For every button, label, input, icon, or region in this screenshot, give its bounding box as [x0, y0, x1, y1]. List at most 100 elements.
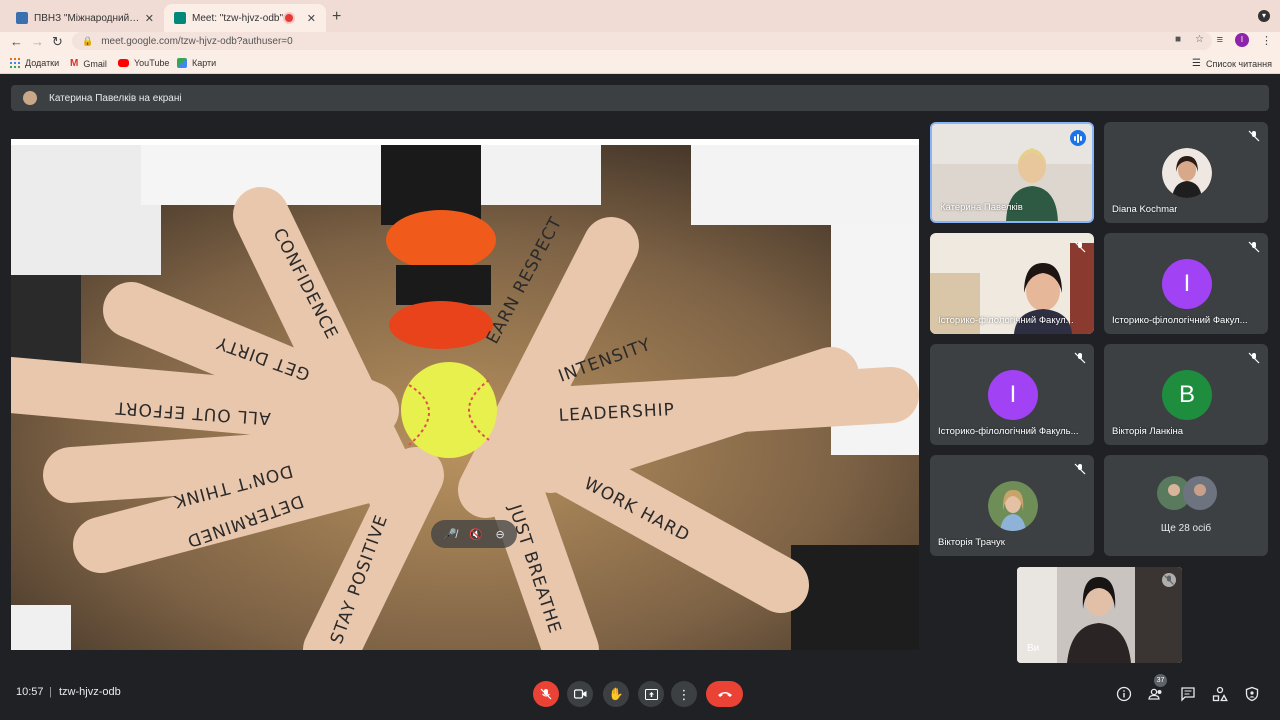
raise-hand-button[interactable]: ✋ [603, 681, 629, 707]
menu-dots-icon[interactable]: ⋮ [1261, 34, 1272, 47]
bookmark-gmail[interactable]: M Gmail [70, 58, 107, 69]
close-icon[interactable]: ✕ [307, 12, 316, 25]
bookmark-star-icon[interactable]: ☆ [1195, 34, 1204, 45]
meet-favicon-icon [174, 12, 186, 24]
more-options-button[interactable]: ⋮ [671, 681, 697, 707]
tab-title: ПВНЗ "Міжнародний економі [34, 12, 141, 24]
bookmark-apps[interactable]: Додатки [10, 58, 59, 68]
gmail-icon: M [70, 58, 79, 69]
chat-icon[interactable] [1180, 686, 1196, 702]
participant-name: Історико-філологічний Факуль... [938, 426, 1079, 437]
participant-tile[interactable]: Diana Kochmar [1104, 122, 1268, 223]
activities-icon[interactable] [1212, 686, 1228, 702]
reading-list-icon[interactable]: ≡ [1217, 34, 1223, 46]
mic-off-icon [540, 688, 552, 700]
self-view-tile[interactable]: Ви [1017, 567, 1182, 663]
participant-avatar: B [1162, 370, 1212, 420]
forward-arrow-icon[interactable]: → [31, 34, 44, 49]
presenting-text: Катерина Павелків на екрані [49, 92, 182, 104]
presenting-banner: Катерина Павелків на екрані [11, 85, 1269, 111]
close-icon[interactable]: ✕ [145, 12, 154, 25]
browser-tab-bar: ПВНЗ "Міжнародний економі ✕ Meet: "tzw-h… [0, 0, 1280, 32]
bookmark-label: YouTube [134, 58, 170, 68]
participant-tile[interactable]: Вікторія Трачук [930, 455, 1094, 556]
camera-toggle-button[interactable] [567, 681, 593, 707]
presenter-avatar [23, 91, 37, 105]
reading-list-button[interactable]: ☰ Список читання [1192, 58, 1272, 69]
mic-off-icon [1248, 241, 1260, 253]
bookmark-label: Додатки [25, 58, 60, 68]
meet-control-bar: 10:57 | tzw-hjvz-odb ✋ ⋮ 37 [0, 670, 1280, 720]
leave-call-button[interactable] [706, 681, 743, 707]
maps-icon [177, 58, 187, 68]
speaking-indicator-icon [1070, 130, 1086, 146]
camera-icon [573, 689, 586, 699]
participant-name: Історико-філологічний Факул... [1112, 315, 1248, 326]
mic-off-icon[interactable]: 🎤̸ [443, 528, 457, 541]
remove-icon[interactable]: ⊖ [496, 528, 505, 541]
more-vert-icon: ⋮ [677, 686, 691, 702]
participant-name: Вікторія Трачук [938, 537, 1005, 548]
recording-indicator-icon [284, 14, 293, 22]
mic-off-icon [1074, 352, 1086, 364]
clock-time: 10:57 [16, 686, 44, 698]
participant-tile[interactable]: Історико-філологічний Факул... [930, 233, 1094, 334]
profile-avatar[interactable]: I [1235, 33, 1249, 47]
participant-name: Вікторія Ланкіна [1112, 426, 1183, 437]
camera-in-use-icon[interactable]: ■ [1175, 34, 1181, 45]
separator: | [49, 686, 52, 698]
bookmark-label: Карти [192, 58, 217, 68]
tab-search-icon[interactable]: ▾ [1258, 10, 1270, 22]
participant-photo [988, 481, 1038, 531]
participant-avatar: I [988, 370, 1038, 420]
bookmark-youtube[interactable]: YouTube [118, 58, 169, 68]
more-participants-tile[interactable]: Ще 28 осіб [1104, 455, 1268, 556]
participant-tile[interactable]: I Історико-філологічний Факуль... [930, 344, 1094, 445]
university-favicon-icon [16, 12, 28, 24]
apps-grid-icon [10, 58, 20, 68]
pin-controls-overlay: 🎤̸ 🔇 ⊖ [431, 520, 517, 548]
more-participants-label: Ще 28 осіб [1160, 523, 1212, 534]
browser-toolbar: ← → ↻ 🔒 meet.google.com/tzw-hjvz-odb?aut… [0, 32, 1280, 54]
mic-off-icon [1074, 463, 1086, 475]
present-screen-button[interactable] [638, 681, 664, 707]
hang-up-icon [717, 692, 732, 697]
participant-count-badge: 37 [1154, 674, 1167, 687]
meeting-code: tzw-hjvz-odb [59, 686, 121, 698]
lock-icon: 🔒 [82, 35, 94, 46]
back-arrow-icon[interactable]: ← [10, 34, 23, 49]
participant-avatar: I [1162, 259, 1212, 309]
url-text: meet.google.com/tzw-hjvz-odb?authuser=0 [101, 35, 293, 47]
participant-tile[interactable]: B Вікторія Ланкіна [1104, 344, 1268, 445]
meeting-details-info-icon[interactable] [1116, 686, 1132, 702]
host-controls-shield-icon[interactable] [1244, 686, 1260, 702]
mic-toggle-button[interactable] [533, 681, 559, 707]
mic-off-icon [1074, 241, 1086, 253]
volume-off-icon[interactable]: 🔇 [469, 528, 483, 541]
reload-icon[interactable]: ↻ [52, 34, 63, 50]
bookmarks-bar: Додатки M Gmail YouTube Карти ☰ Список ч… [0, 54, 1280, 74]
reading-list-icon: ☰ [1192, 58, 1201, 69]
reading-list-label: Список читання [1205, 58, 1272, 69]
bookmark-maps[interactable]: Карти [177, 58, 216, 68]
bookmark-label: Gmail [83, 58, 107, 69]
address-bar[interactable]: 🔒 meet.google.com/tzw-hjvz-odb?authuser=… [72, 32, 1212, 50]
new-tab-button[interactable]: + [332, 8, 341, 26]
mic-off-icon [1248, 130, 1260, 142]
participant-name: Diana Kochmar [1112, 204, 1178, 215]
youtube-icon [118, 59, 129, 67]
more-participants-avatars [1157, 476, 1217, 510]
tab-meet[interactable]: Meet: "tzw-hjvz-odb" ✕ [164, 4, 326, 32]
people-icon[interactable] [1148, 686, 1164, 702]
presentation-stage: CONFIDENCE EARN RESPECT GET DIRTY INTENS… [11, 139, 919, 650]
slide-photo: CONFIDENCE EARN RESPECT GET DIRTY INTENS… [11, 145, 919, 650]
participant-name: Катерина Павелків [940, 202, 1023, 213]
hand-icon: ✋ [608, 687, 624, 701]
self-label: Ви [1027, 643, 1040, 654]
tab-title: Meet: "tzw-hjvz-odb" [192, 12, 284, 24]
self-video [1017, 567, 1182, 663]
participant-tile[interactable]: Катерина Павелків [930, 122, 1094, 223]
present-icon [644, 688, 658, 700]
participant-tile[interactable]: I Історико-філологічний Факул... [1104, 233, 1268, 334]
tab-university[interactable]: ПВНЗ "Міжнародний економі ✕ [6, 4, 164, 32]
